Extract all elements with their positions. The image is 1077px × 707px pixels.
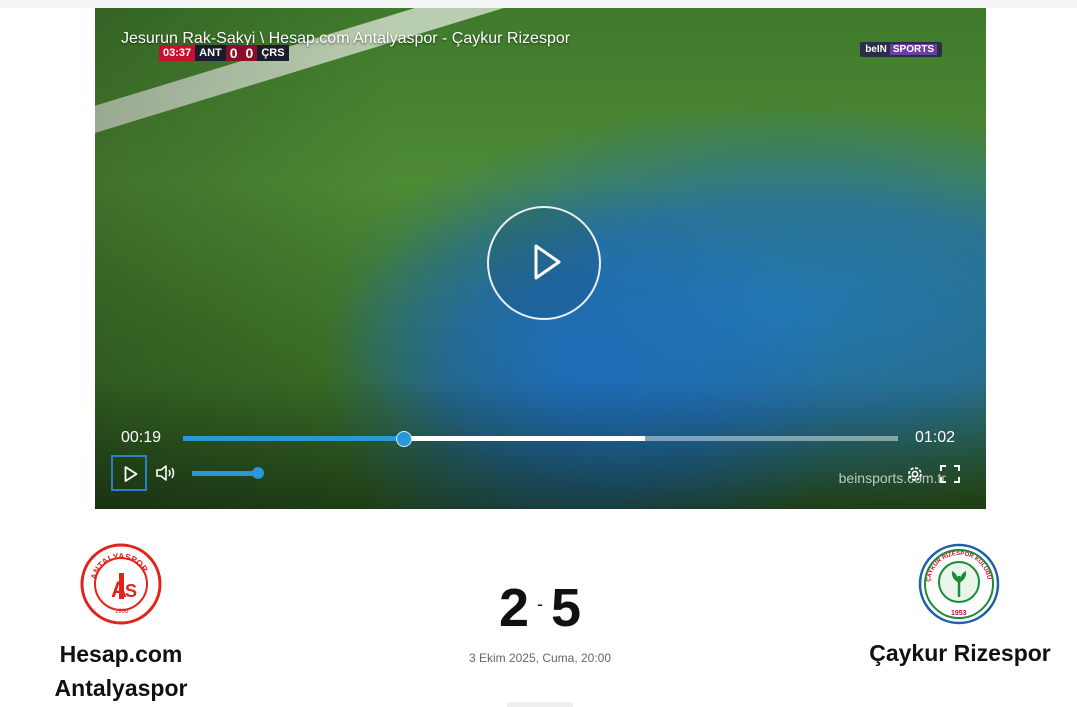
rizespor-crest-icon: ÇAYKUR RİZESPOR KULÜBÜ 1953 (918, 543, 1000, 625)
match-date: 3 Ekim 2025, Cuma, 20:00 (468, 651, 612, 665)
play-button[interactable] (111, 455, 147, 491)
top-bar (0, 0, 1077, 8)
scorebug-home: ANT (195, 45, 226, 61)
broadcast-scorebug: 03:37 ANT 0 0 ÇRS (159, 45, 289, 61)
seek-bar[interactable] (183, 431, 898, 447)
scorebug-away-score: 0 (241, 45, 258, 61)
volume-level (192, 471, 258, 476)
volume-icon (156, 465, 175, 481)
home-team-name[interactable]: Hesap.com Antalyaspor (30, 637, 212, 705)
volume-button[interactable] (155, 464, 177, 487)
play-icon (534, 244, 561, 280)
big-play-button[interactable] (487, 206, 601, 320)
score-separator: - (537, 593, 543, 614)
video-player[interactable]: Jesurun Rak-Sakyi \ Hesap.com Antalyaspo… (95, 8, 986, 509)
antalyaspor-crest-icon: ANTALYASPOR A S 1966 (80, 543, 162, 625)
volume-slider[interactable] (192, 467, 264, 479)
play-icon (124, 466, 138, 482)
scorebug-away: ÇRS (257, 45, 289, 61)
away-team-name[interactable]: Çaykur Rizespor (850, 636, 1070, 670)
seek-handle[interactable] (395, 431, 412, 447)
scorebug-home-score: 0 (225, 45, 242, 61)
home-score: 2 (498, 578, 529, 638)
away-score: 5 (551, 578, 582, 638)
volume-handle[interactable] (252, 467, 264, 479)
away-team-logo[interactable]: ÇAYKUR RİZESPOR KULÜBÜ 1953 (918, 543, 1000, 630)
match-score: 2-5 (440, 575, 640, 645)
seek-progress (183, 436, 403, 441)
broadcaster-logo: beIN SPORTS (860, 42, 942, 57)
tab-indicator (507, 702, 573, 707)
settings-icon (908, 467, 922, 481)
fullscreen-button[interactable] (939, 464, 961, 489)
svg-text:S: S (125, 581, 137, 601)
current-time: 00:19 (121, 429, 162, 446)
scorebug-clock: 03:37 (159, 45, 196, 61)
duration: 01:02 (915, 429, 956, 446)
svg-text:1966: 1966 (115, 609, 129, 615)
home-team-logo[interactable]: ANTALYASPOR A S 1966 (80, 543, 162, 630)
settings-button[interactable] (905, 464, 925, 489)
broadcaster-watermark: beinsports.com.tr (838, 470, 946, 486)
svg-text:1953: 1953 (951, 610, 967, 617)
fullscreen-icon (940, 465, 960, 483)
